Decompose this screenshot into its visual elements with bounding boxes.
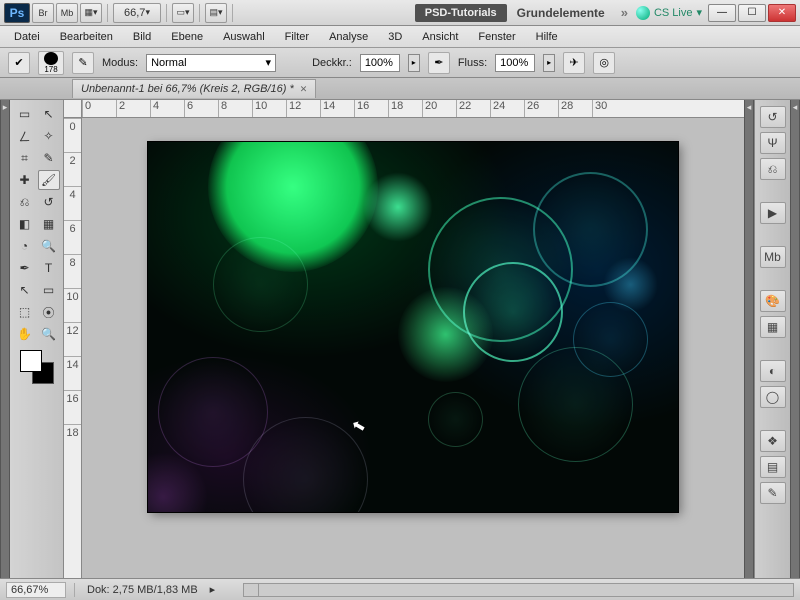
marquee-tool[interactable]: ↖ xyxy=(38,104,60,124)
status-info-flyout[interactable]: ▸ xyxy=(210,583,216,596)
document-tab-bar: Unbenannt-1 bei 66,7% (Kreis 2, RGB/16) … xyxy=(0,78,800,100)
clone-source-panel-icon[interactable]: ⎌ xyxy=(760,158,786,180)
flow-label: Fluss: xyxy=(458,57,487,69)
zoom-tool[interactable]: 🔍 xyxy=(38,324,60,344)
menu-hilfe[interactable]: Hilfe xyxy=(528,28,566,46)
menu-ebene[interactable]: Ebene xyxy=(163,28,211,46)
horizontal-scrollbar[interactable] xyxy=(243,583,794,597)
brush-panel-toggle[interactable]: ✎ xyxy=(72,52,94,74)
healing-brush-tool[interactable]: ✚ xyxy=(14,170,36,190)
actions-panel-icon[interactable]: ▶ xyxy=(760,202,786,224)
lasso-tool[interactable]: ㄥ xyxy=(14,126,36,146)
menu-fenster[interactable]: Fenster xyxy=(470,28,523,46)
brush-preset-picker[interactable]: 178 xyxy=(38,51,64,75)
layers-panel-icon[interactable]: ❖ xyxy=(760,430,786,452)
airbrush-toggle[interactable]: ✈ xyxy=(563,52,585,74)
minibridge-button[interactable]: Mb xyxy=(56,3,78,23)
opacity-label: Deckkr.: xyxy=(312,57,352,69)
menu-analyse[interactable]: Analyse xyxy=(321,28,376,46)
status-document-info[interactable]: Dok: 2,75 MB/1,83 MB xyxy=(83,584,202,596)
cs-live-button[interactable]: CS Live ▾ xyxy=(636,6,702,20)
opacity-flyout[interactable]: ▸ xyxy=(408,54,420,72)
arrange-docs-button[interactable]: ▦▾ xyxy=(80,3,102,23)
menu-bar: Datei Bearbeiten Bild Ebene Auswahl Filt… xyxy=(0,26,800,48)
adjustments-panel-icon[interactable]: ◐ xyxy=(760,360,786,382)
masks-panel-icon[interactable]: ◯ xyxy=(760,386,786,408)
eraser-tool[interactable]: ◧ xyxy=(14,214,36,234)
tab-close-icon[interactable]: ✕ xyxy=(300,84,308,95)
menu-ansicht[interactable]: Ansicht xyxy=(414,28,466,46)
paths-panel-icon[interactable]: ✎ xyxy=(760,482,786,504)
3d-camera-tool[interactable]: ⦿ xyxy=(38,302,60,322)
right-collapse-strip-inner[interactable]: ◂ xyxy=(744,100,754,578)
status-bar: 66,67% Dok: 2,75 MB/1,83 MB ▸ xyxy=(0,578,800,600)
menu-bild[interactable]: Bild xyxy=(125,28,159,46)
menu-auswahl[interactable]: Auswahl xyxy=(215,28,273,46)
type-tool[interactable]: T xyxy=(38,258,60,278)
application-bar: Ps Br Mb ▦▾ 66,7 ▾ ▭▾ ▤▾ PSD-Tutorials G… xyxy=(0,0,800,26)
crop-tool[interactable]: ⌗ xyxy=(14,148,36,168)
bridge-button[interactable]: Br xyxy=(32,3,54,23)
opacity-input[interactable]: 100% xyxy=(360,54,400,72)
workspace-active[interactable]: PSD-Tutorials xyxy=(415,4,507,22)
right-panel-dock: ↺ Ψ ⎌ ▶ Mb 🎨 ▦ ◐ ◯ ❖ ▤ ✎ xyxy=(754,100,790,578)
channels-panel-icon[interactable]: ▤ xyxy=(760,456,786,478)
ruler-origin[interactable] xyxy=(64,100,82,118)
color-panel-icon[interactable]: 🎨 xyxy=(760,290,786,312)
foreground-color[interactable] xyxy=(20,350,42,372)
ruler-horizontal[interactable]: 024681012141618202224262830 xyxy=(82,100,744,118)
tablet-pressure-toggle[interactable]: ◎ xyxy=(593,52,615,74)
pen-tool[interactable]: ✒ xyxy=(14,258,36,278)
magic-wand-tool[interactable]: ✧ xyxy=(38,126,60,146)
eyedropper-tool[interactable]: ✎ xyxy=(38,148,60,168)
ruler-vertical[interactable]: 024681012141618 xyxy=(64,118,82,578)
3d-tool[interactable]: ⬚ xyxy=(14,302,36,322)
menu-bearbeiten[interactable]: Bearbeiten xyxy=(52,28,121,46)
history-panel-icon[interactable]: ↺ xyxy=(760,106,786,128)
toolbox: ▭ ↖ ㄥ ✧ ⌗ ✎ ✚ 🖌 ⎌ ↺ ◧ ▦ ◔ 🔍 ✒ T ↖ ▭ ⬚ ⦿ … xyxy=(10,100,64,578)
canvas[interactable] xyxy=(148,142,678,512)
right-collapse-strip-outer[interactable]: ◂ xyxy=(790,100,800,578)
gradient-tool[interactable]: ▦ xyxy=(38,214,60,234)
brush-presets-panel-icon[interactable]: Ψ xyxy=(760,132,786,154)
flow-flyout[interactable]: ▸ xyxy=(543,54,555,72)
document-title: Unbenannt-1 bei 66,7% (Kreis 2, RGB/16) … xyxy=(81,83,294,95)
photoshop-logo: Ps xyxy=(4,3,30,23)
menu-3d[interactable]: 3D xyxy=(380,28,410,46)
zoom-level-dropdown[interactable]: 66,7 ▾ xyxy=(113,3,161,23)
workspace-other[interactable]: Grundelemente xyxy=(509,3,613,23)
options-bar: ✔ 178 ✎ Modus: Normal▾ Deckkr.: 100% ▸ ✒… xyxy=(0,48,800,78)
left-collapse-strip[interactable]: ▸ xyxy=(0,100,10,578)
menu-filter[interactable]: Filter xyxy=(277,28,317,46)
history-brush-tool[interactable]: ↺ xyxy=(38,192,60,212)
clone-stamp-tool[interactable]: ⎌ xyxy=(14,192,36,212)
path-selection-tool[interactable]: ↖ xyxy=(14,280,36,300)
move-tool[interactable]: ▭ xyxy=(14,104,36,124)
dodge-tool[interactable]: 🔍 xyxy=(38,236,60,256)
color-swatches[interactable] xyxy=(20,350,54,384)
menu-datei[interactable]: Datei xyxy=(6,28,48,46)
close-button[interactable]: ✕ xyxy=(768,4,796,22)
shape-tool[interactable]: ▭ xyxy=(38,280,60,300)
brush-tool[interactable]: 🖌 xyxy=(38,170,60,190)
screen-mode-button[interactable]: ▭▾ xyxy=(172,3,194,23)
swatches-panel-icon[interactable]: ▦ xyxy=(760,316,786,338)
blur-tool[interactable]: ◔ xyxy=(14,236,36,256)
cslive-icon xyxy=(636,6,650,20)
status-zoom-input[interactable]: 66,67% xyxy=(6,582,66,598)
brush-preview-icon xyxy=(44,52,58,65)
minimize-button[interactable]: — xyxy=(708,4,736,22)
minibridge-panel-icon[interactable]: Mb xyxy=(760,246,786,268)
maximize-button[interactable]: ☐ xyxy=(738,4,766,22)
canvas-area: 024681012141618202224262830 024681012141… xyxy=(64,100,744,578)
opacity-pressure-toggle[interactable]: ✒ xyxy=(428,52,450,74)
view-extras-button[interactable]: ▤▾ xyxy=(205,3,227,23)
document-tab[interactable]: Unbenannt-1 bei 66,7% (Kreis 2, RGB/16) … xyxy=(72,79,316,98)
modus-label: Modus: xyxy=(102,57,138,69)
hand-tool[interactable]: ✋ xyxy=(14,324,36,344)
blend-mode-select[interactable]: Normal▾ xyxy=(146,54,276,72)
current-tool-icon[interactable]: ✔ xyxy=(8,52,30,74)
workspace-more-icon[interactable]: » xyxy=(615,5,634,20)
flow-input[interactable]: 100% xyxy=(495,54,535,72)
